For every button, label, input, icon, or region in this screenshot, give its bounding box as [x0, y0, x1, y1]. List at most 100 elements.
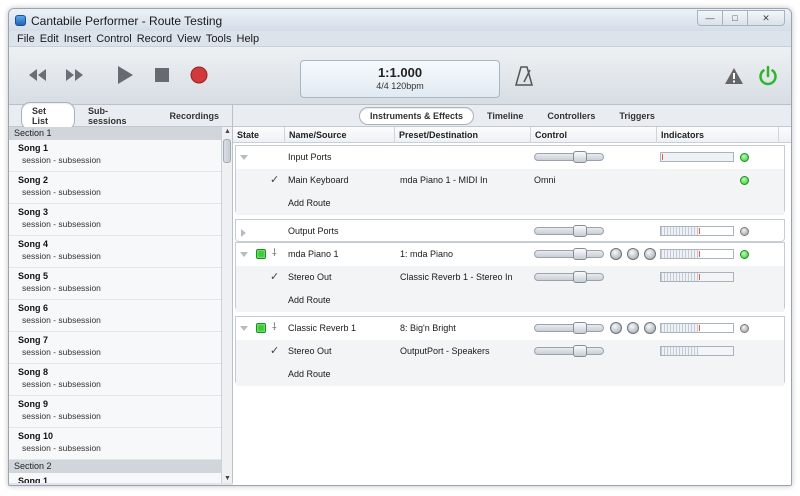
- close-button[interactable]: ✕: [747, 10, 785, 26]
- gain-slider[interactable]: [534, 151, 604, 163]
- rewind-icon[interactable]: [27, 67, 49, 83]
- enable-toggle[interactable]: [256, 323, 266, 333]
- table-row[interactable]: Add Route: [236, 289, 784, 312]
- fast-forward-icon[interactable]: [63, 67, 85, 83]
- knob-icon[interactable]: [610, 248, 622, 260]
- menu-record[interactable]: Record: [137, 31, 172, 46]
- tab-instruments-effects[interactable]: Instruments & Effects: [359, 106, 475, 125]
- metronome-icon[interactable]: [514, 65, 534, 87]
- list-item[interactable]: Song 4 session - subsession: [9, 236, 221, 268]
- collapse-icon[interactable]: [240, 155, 248, 160]
- section-header[interactable]: Section 1: [9, 127, 221, 140]
- list-item[interactable]: Song 7 session - subsession: [9, 332, 221, 364]
- table-row[interactable]: Output Ports: [236, 220, 784, 243]
- tab-sub-sessions[interactable]: Sub-sessions: [77, 102, 157, 130]
- route-control[interactable]: Omni: [534, 169, 556, 192]
- knob-icon[interactable]: [627, 248, 639, 260]
- knob-icon[interactable]: [644, 248, 656, 260]
- pin-icon[interactable]: ⸸: [272, 248, 277, 260]
- col-control[interactable]: Control: [531, 127, 657, 143]
- power-icon[interactable]: [757, 65, 779, 87]
- list-item[interactable]: Song 8 session - subsession: [9, 364, 221, 396]
- add-route-link[interactable]: Add Route: [288, 289, 331, 312]
- pin-icon[interactable]: ⸸: [272, 322, 277, 334]
- tab-triggers[interactable]: Triggers: [608, 107, 666, 125]
- slider-knob[interactable]: [573, 248, 587, 260]
- stop-icon[interactable]: [153, 66, 171, 84]
- col-state[interactable]: State: [233, 127, 285, 143]
- slider-knob[interactable]: [573, 151, 587, 163]
- expand-icon[interactable]: [241, 229, 246, 237]
- scroll-down-icon[interactable]: ▼: [224, 475, 231, 482]
- tab-recordings[interactable]: Recordings: [158, 107, 230, 125]
- route-destination[interactable]: Classic Reverb 1 - Stereo In: [400, 266, 513, 289]
- tab-timeline[interactable]: Timeline: [476, 107, 534, 125]
- warning-icon[interactable]: [723, 65, 745, 87]
- menu-file[interactable]: File: [17, 31, 35, 46]
- gain-slider[interactable]: [534, 248, 604, 260]
- table-row[interactable]: Input Ports: [236, 146, 784, 169]
- col-preset-destination[interactable]: Preset/Destination: [395, 127, 531, 143]
- group-name: Output Ports: [288, 226, 339, 236]
- menu-edit[interactable]: Edit: [40, 31, 59, 46]
- table-row[interactable]: ✓ Stereo Out Classic Reverb 1 - Stereo I…: [236, 266, 784, 289]
- maximize-button[interactable]: □: [722, 10, 748, 26]
- col-name-source[interactable]: Name/Source: [285, 127, 395, 143]
- check-icon[interactable]: ✓: [270, 174, 279, 186]
- play-icon[interactable]: [115, 65, 135, 85]
- gain-slider[interactable]: [534, 271, 604, 283]
- list-item[interactable]: Song 1 session - subsession: [9, 140, 221, 172]
- menu-view[interactable]: View: [177, 31, 201, 46]
- menu-insert[interactable]: Insert: [64, 31, 92, 46]
- knob-icon[interactable]: [627, 322, 639, 334]
- plugin-preset[interactable]: 1: mda Piano: [400, 243, 453, 266]
- menu-help[interactable]: Help: [237, 31, 260, 46]
- table-row[interactable]: ✓ Main Keyboard mda Piano 1 - MIDI In Om…: [236, 169, 784, 192]
- tab-set-list[interactable]: Set List: [21, 101, 75, 130]
- list-item[interactable]: Song 10 session - subsession: [9, 428, 221, 460]
- scroll-up-icon[interactable]: ▲: [224, 128, 231, 135]
- knob-icon[interactable]: [644, 322, 656, 334]
- gain-slider[interactable]: [534, 225, 604, 237]
- menu-tools[interactable]: Tools: [206, 31, 232, 46]
- record-icon[interactable]: [189, 65, 209, 85]
- list-item[interactable]: Song 2 session - subsession: [9, 172, 221, 204]
- list-item[interactable]: Song 1: [9, 473, 221, 483]
- plugin-name: Classic Reverb 1: [288, 323, 357, 333]
- slider-knob[interactable]: [573, 271, 587, 283]
- collapse-icon[interactable]: [240, 252, 248, 257]
- add-route-link[interactable]: Add Route: [288, 192, 331, 215]
- scroll-thumb[interactable]: [223, 139, 231, 163]
- route-destination[interactable]: mda Piano 1 - MIDI In: [400, 169, 488, 192]
- section-header[interactable]: Section 2: [9, 460, 221, 473]
- col-indicators[interactable]: Indicators: [657, 127, 779, 143]
- knob-icon[interactable]: [610, 322, 622, 334]
- tab-controllers[interactable]: Controllers: [536, 107, 606, 125]
- list-item[interactable]: Song 3 session - subsession: [9, 204, 221, 236]
- table-row[interactable]: Add Route: [236, 192, 784, 215]
- minimize-button[interactable]: —: [697, 10, 723, 26]
- route-destination[interactable]: OutputPort - Speakers: [400, 340, 490, 363]
- slider-knob[interactable]: [573, 225, 587, 237]
- table-row[interactable]: ✓ Stereo Out OutputPort - Speakers: [236, 340, 784, 363]
- list-item[interactable]: Song 5 session - subsession: [9, 268, 221, 300]
- check-icon[interactable]: ✓: [270, 345, 279, 357]
- gain-slider[interactable]: [534, 345, 604, 357]
- slider-knob[interactable]: [573, 322, 587, 334]
- table-row[interactable]: ⸸ Classic Reverb 1 8: Big'n Bright: [236, 317, 784, 340]
- transport-display[interactable]: 1:1.000 4/4 120bpm: [300, 60, 500, 98]
- table-row[interactable]: Add Route: [236, 363, 784, 386]
- level-meter: [660, 152, 734, 162]
- list-item[interactable]: Song 6 session - subsession: [9, 300, 221, 332]
- table-row[interactable]: ⸸ mda Piano 1 1: mda Piano: [236, 243, 784, 266]
- menu-control[interactable]: Control: [96, 31, 131, 46]
- check-icon[interactable]: ✓: [270, 271, 279, 283]
- enable-toggle[interactable]: [256, 249, 266, 259]
- list-item[interactable]: Song 9 session - subsession: [9, 396, 221, 428]
- plugin-preset[interactable]: 8: Big'n Bright: [400, 317, 456, 340]
- collapse-icon[interactable]: [240, 326, 248, 331]
- set-list-scrollbar[interactable]: ▲ ▼: [221, 127, 233, 483]
- gain-slider[interactable]: [534, 322, 604, 334]
- add-route-link[interactable]: Add Route: [288, 363, 331, 386]
- slider-knob[interactable]: [573, 345, 587, 357]
